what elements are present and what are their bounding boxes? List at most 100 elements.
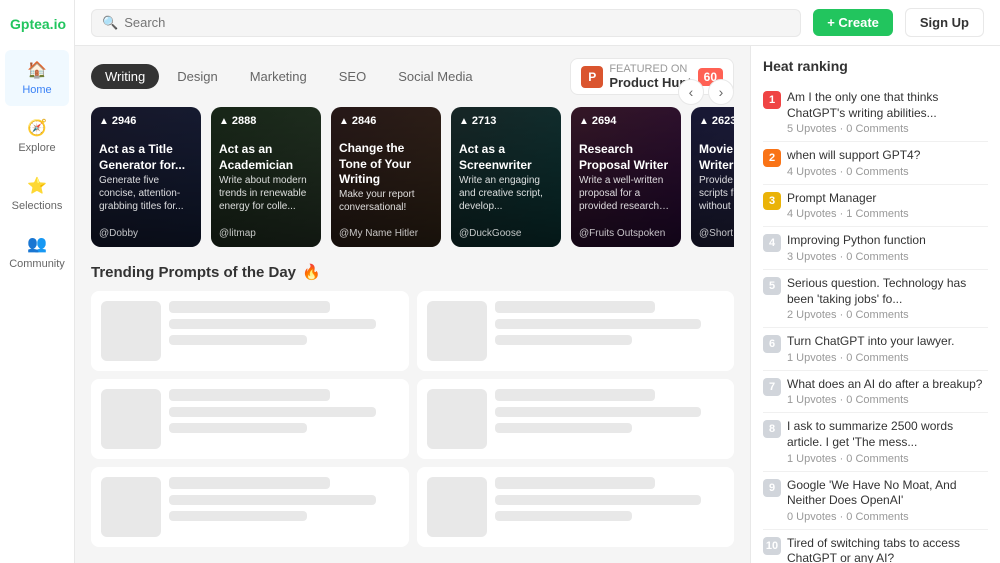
skeleton-thumb (427, 301, 487, 361)
trending-item[interactable] (417, 467, 735, 547)
filter-tab-social media[interactable]: Social Media (384, 64, 486, 89)
skeleton-line (495, 319, 702, 329)
filter-tab-seo[interactable]: SEO (325, 64, 380, 89)
votes-count: 2946 (112, 115, 136, 127)
prompt-card[interactable]: ▲ 2846 Change the Tone of Your Writing M… (331, 107, 441, 247)
skeleton-line (169, 477, 330, 489)
card-votes: ▲ 2946 (99, 115, 193, 127)
prompt-card[interactable]: ▲ 2713 Act as a Screenwriter Write an en… (451, 107, 561, 247)
votes-count: 2713 (472, 115, 496, 127)
card-title: Act as a Screenwriter (459, 142, 553, 173)
skeleton-line (169, 407, 376, 417)
heat-item-meta: 1 Upvotes · 0 Comments (787, 453, 988, 465)
skeleton-line (495, 423, 633, 433)
heat-item-meta: 4 Upvotes · 1 Comments (787, 208, 988, 220)
heat-ranking-item[interactable]: 5 Serious question. Technology has been … (763, 270, 988, 328)
heat-rank-badge: 5 (763, 277, 781, 295)
sidebar-item-community[interactable]: 👥Community (5, 224, 69, 280)
heat-ranking-item[interactable]: 4 Improving Python function 3 Upvotes · … (763, 227, 988, 270)
skeleton-line (495, 407, 702, 417)
signup-button[interactable]: Sign Up (905, 8, 984, 37)
skeleton-line (495, 495, 702, 505)
votes-icon: ▲ (459, 116, 469, 127)
skeleton-thumb (427, 477, 487, 537)
main-area: 🔍 + Create Sign Up WritingDesignMarketin… (75, 0, 1000, 563)
prev-arrow[interactable]: ‹ (678, 79, 704, 105)
card-author: @Fruits Outspoken (579, 228, 673, 239)
heat-item-title: Tired of switching tabs to access ChatGP… (787, 536, 988, 563)
heat-item-title: Serious question. Technology has been 't… (787, 276, 988, 307)
heat-item-title: Am I the only one that thinks ChatGPT's … (787, 90, 988, 121)
heat-ranking-item[interactable]: 10 Tired of switching tabs to access Cha… (763, 530, 988, 563)
heat-ranking-item[interactable]: 1 Am I the only one that thinks ChatGPT'… (763, 84, 988, 142)
heat-items-list: 1 Am I the only one that thinks ChatGPT'… (763, 84, 988, 563)
trending-item[interactable] (91, 291, 409, 371)
card-content: ▲ 2713 Act as a Screenwriter Write an en… (451, 107, 561, 247)
trending-header: Trending Prompts of the Day 🔥 (91, 263, 734, 281)
skeleton-thumb (101, 477, 161, 537)
card-author: @DuckGoose (459, 228, 553, 239)
filter-tab-writing[interactable]: Writing (91, 64, 159, 89)
skeleton-thumb (101, 389, 161, 449)
card-desc: Write about modern trends in renewable e… (219, 174, 313, 213)
skeleton-line (495, 477, 656, 489)
skeleton-line (495, 335, 633, 345)
votes-count: 2846 (352, 115, 376, 127)
heat-ranking-item[interactable]: 3 Prompt Manager 4 Upvotes · 1 Comments (763, 185, 988, 228)
sidebar-item-home[interactable]: 🏠Home (5, 50, 69, 106)
card-votes: ▲ 2623 (699, 115, 734, 127)
votes-count: 2694 (592, 115, 616, 127)
skeleton-line (495, 511, 633, 521)
heat-item-meta: 3 Upvotes · 0 Comments (787, 251, 988, 263)
search-input[interactable] (124, 15, 790, 30)
heat-item-meta: 1 Upvotes · 0 Comments (787, 394, 988, 406)
card-title: Act as an Academician (219, 142, 313, 173)
card-title: Change the Tone of Your Writing (339, 141, 433, 188)
heat-rank-badge: 2 (763, 149, 781, 167)
create-button[interactable]: + Create (813, 9, 893, 36)
prompt-card[interactable]: ▲ 2946 Act as a Title Generator for... G… (91, 107, 201, 247)
votes-icon: ▲ (579, 116, 589, 127)
skeleton-line (169, 511, 307, 521)
prompt-card[interactable]: ▲ 2623 Movie Script Writer Provide 500-w… (691, 107, 734, 247)
filter-tab-design[interactable]: Design (163, 64, 231, 89)
heat-item-title: I ask to summarize 2500 words article. I… (787, 419, 988, 450)
heat-ranking-item[interactable]: 7 What does an AI do after a breakup? 1 … (763, 371, 988, 414)
ph-logo-icon: P (581, 66, 603, 88)
header: 🔍 + Create Sign Up (75, 0, 1000, 46)
prompt-card[interactable]: ▲ 2888 Act as an Academician Write about… (211, 107, 321, 247)
card-desc: Provide 500-word scripts for movies with… (699, 174, 734, 213)
card-votes: ▲ 2888 (219, 115, 313, 127)
sidebar-item-explore[interactable]: 🧭Explore (5, 108, 69, 164)
ph-featured-text: FEATURED ON (609, 63, 691, 75)
heat-ranking-item[interactable]: 8 I ask to summarize 2500 words article.… (763, 413, 988, 471)
content-area: WritingDesignMarketingSEOSocial Media P … (75, 46, 1000, 563)
heat-ranking-item[interactable]: 9 Google 'We Have No Moat, And Neither D… (763, 472, 988, 530)
sidebar-icon: 👥 (27, 234, 47, 254)
heat-item-meta: 2 Upvotes · 0 Comments (787, 309, 988, 321)
trending-item[interactable] (417, 291, 735, 371)
sidebar-item-selections[interactable]: ⭐Selections (5, 166, 69, 222)
heat-rank-badge: 7 (763, 378, 781, 396)
search-icon: 🔍 (102, 15, 118, 31)
sidebar-label: Explore (18, 142, 55, 154)
trending-item[interactable] (91, 467, 409, 547)
heat-item-title: when will support GPT4? (787, 148, 988, 164)
logo-text: Gptea.io (10, 16, 66, 32)
trending-item[interactable] (417, 379, 735, 459)
card-title: Research Proposal Writer (579, 142, 673, 173)
votes-count: 2623 (712, 115, 734, 127)
trending-item[interactable] (91, 379, 409, 459)
prompt-card[interactable]: ▲ 2694 Research Proposal Writer Write a … (571, 107, 681, 247)
sidebar-icon: ⭐ (27, 176, 47, 196)
search-box[interactable]: 🔍 (91, 9, 801, 37)
heat-item-meta: 5 Upvotes · 0 Comments (787, 123, 988, 135)
cards-section: ‹ › ▲ 2946 Act as a Title Generator for.… (91, 107, 734, 247)
heat-ranking-item[interactable]: 2 when will support GPT4? 4 Upvotes · 0 … (763, 142, 988, 185)
heat-rank-badge: 8 (763, 420, 781, 438)
heat-item-meta: 4 Upvotes · 0 Comments (787, 166, 988, 178)
votes-icon: ▲ (219, 116, 229, 127)
heat-ranking-item[interactable]: 6 Turn ChatGPT into your lawyer. 1 Upvot… (763, 328, 988, 371)
filter-tab-marketing[interactable]: Marketing (236, 64, 321, 89)
next-arrow[interactable]: › (708, 79, 734, 105)
